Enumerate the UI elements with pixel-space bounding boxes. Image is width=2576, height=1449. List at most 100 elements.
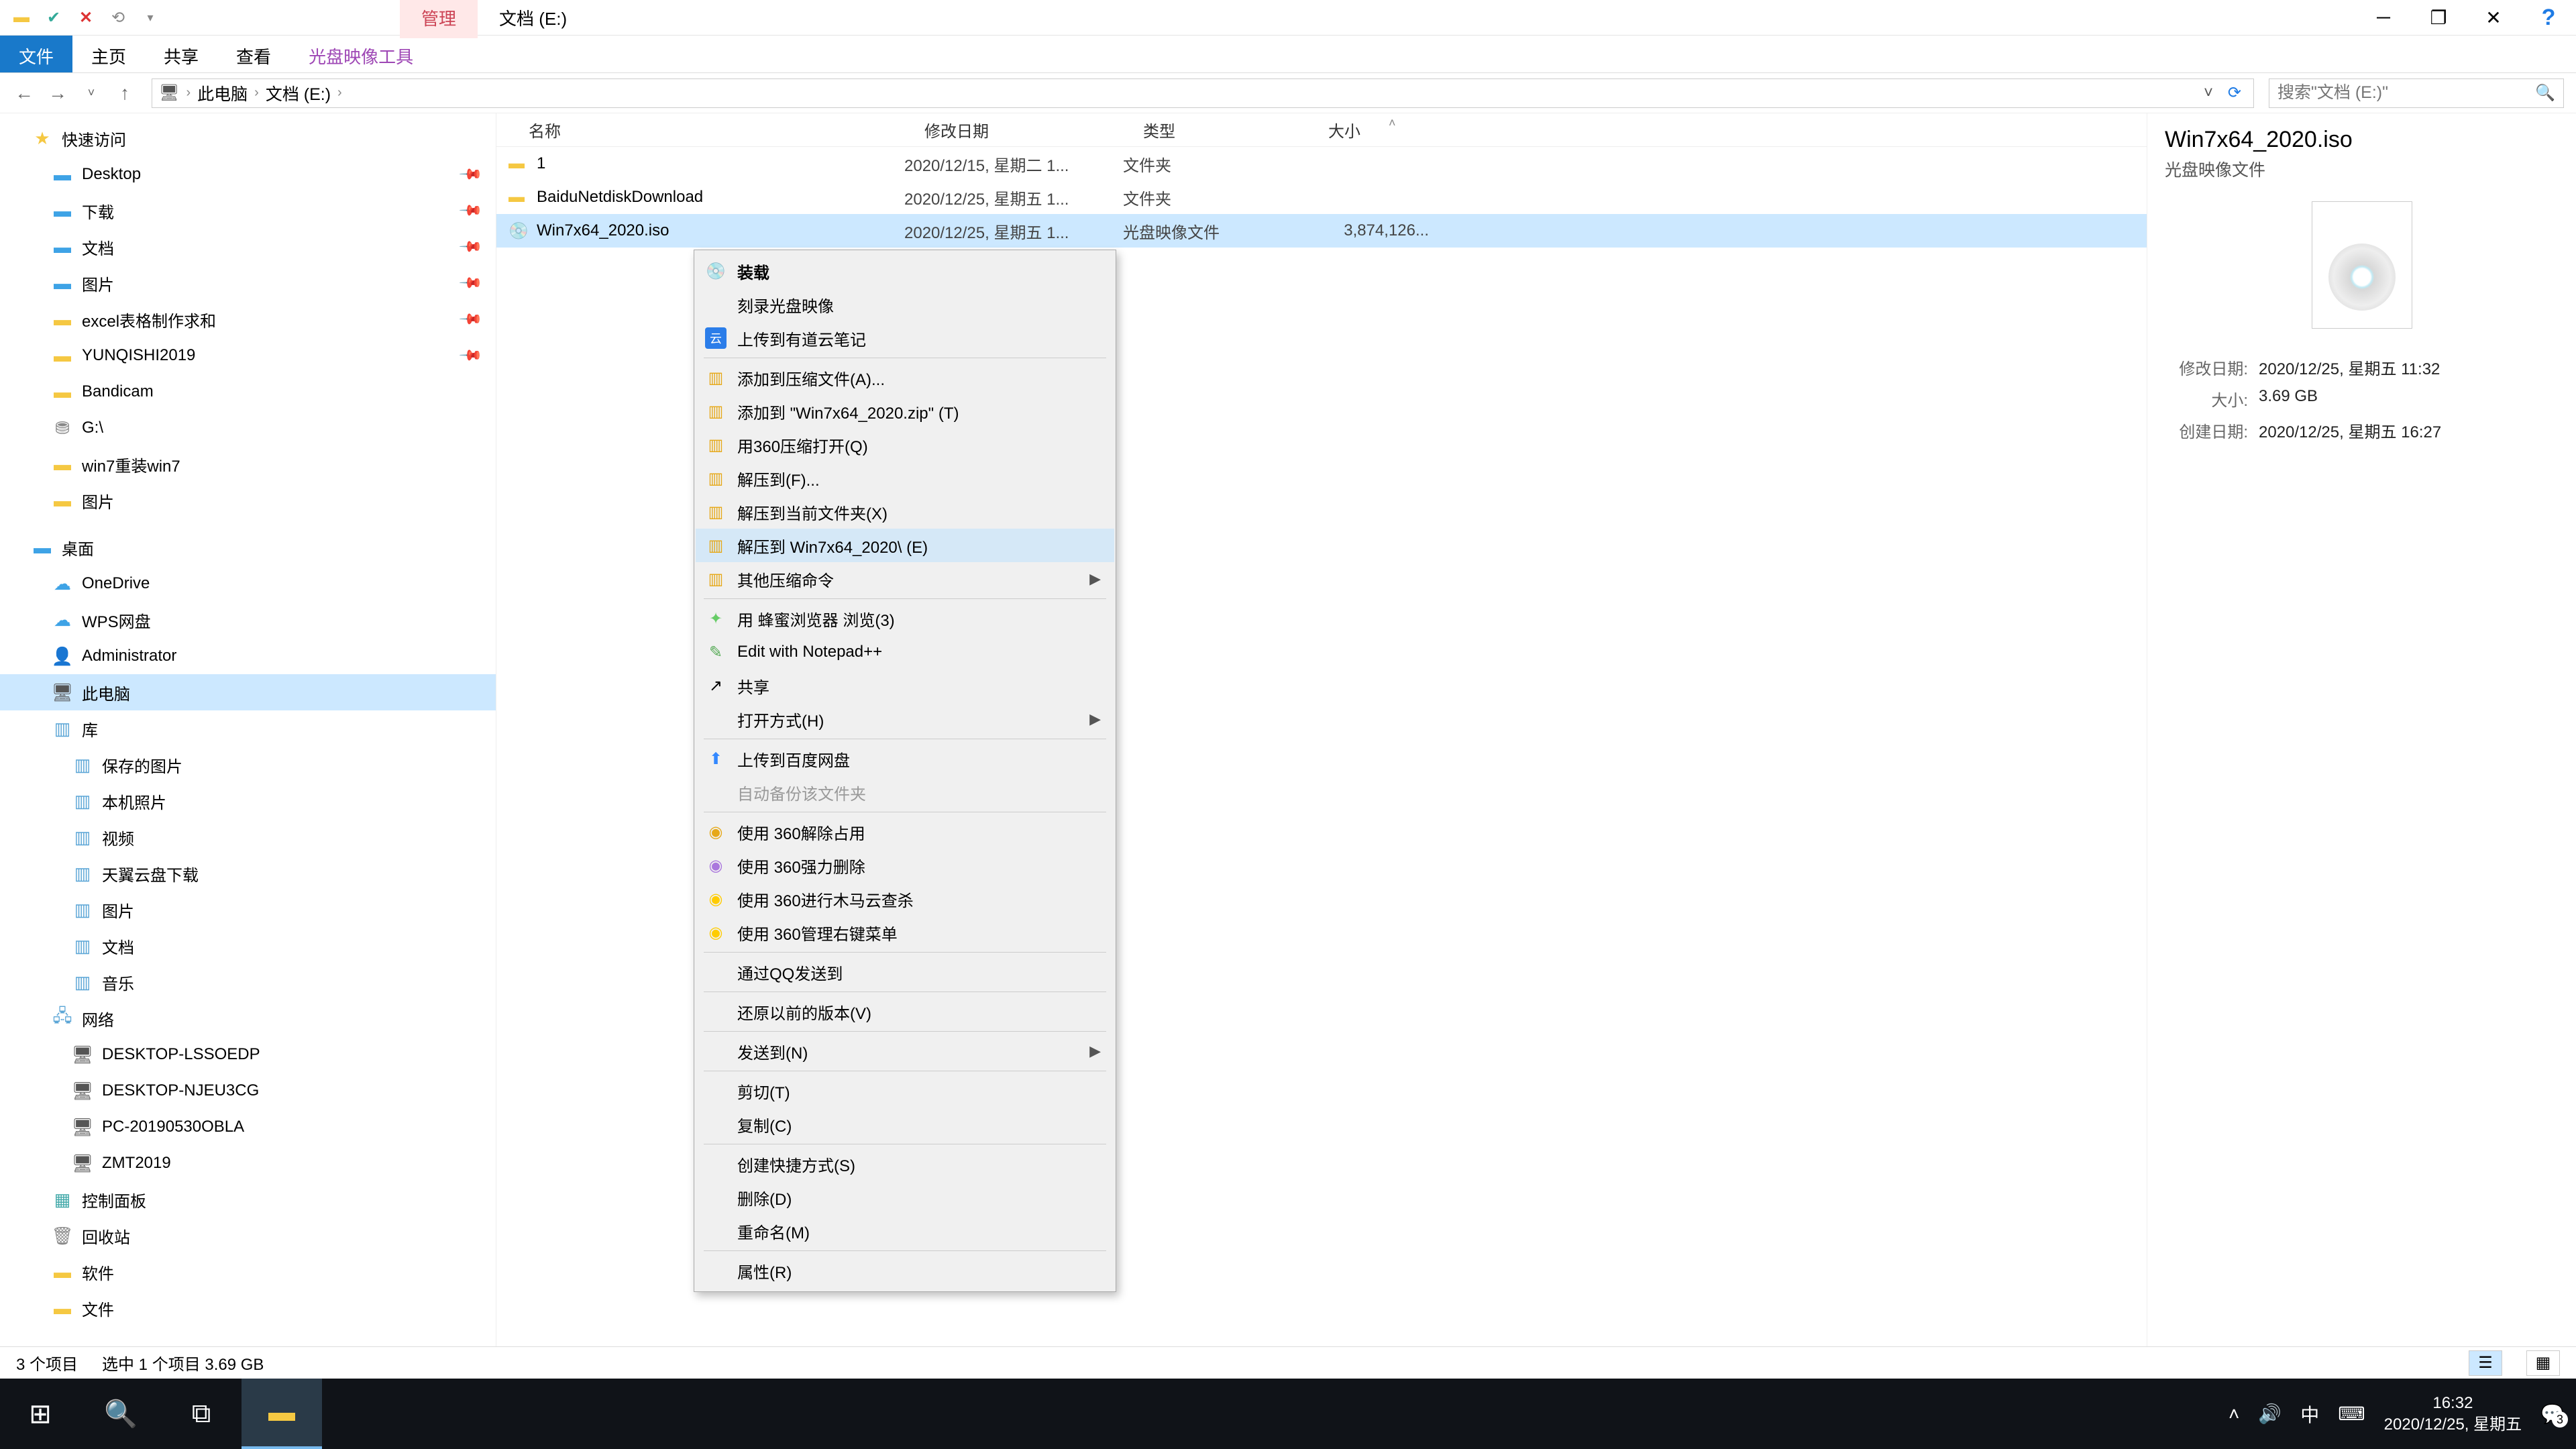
ctx-copy[interactable]: 复制(C) [696, 1108, 1114, 1141]
tree-saved-pics[interactable]: ▥保存的图片 [0, 747, 496, 783]
tree-net2[interactable]: 🖥DESKTOP-NJEU3CG [0, 1073, 496, 1109]
tree-music-lib[interactable]: ▥音乐 [0, 964, 496, 1000]
ctx-share[interactable]: ↗共享 [696, 669, 1114, 702]
tree-downloads[interactable]: ▬下载📌 [0, 193, 496, 229]
tree-recycle[interactable]: 🗑回收站 [0, 1218, 496, 1254]
ctx-open-with[interactable]: 打开方式(H)▶ [696, 702, 1114, 736]
tree-gdrive[interactable]: ⛃G:\ [0, 410, 496, 446]
tree-onedrive[interactable]: ☁OneDrive [0, 566, 496, 602]
tree-desktop[interactable]: ▬Desktop📌 [0, 156, 496, 193]
tree-net4[interactable]: 🖥ZMT2019 [0, 1145, 496, 1181]
chevron-right-icon[interactable]: › [186, 85, 191, 101]
qat-check-icon[interactable]: ✔ [40, 4, 67, 31]
ribbon-file[interactable]: 文件 [0, 36, 72, 72]
help-button[interactable]: ? [2521, 0, 2576, 36]
col-date[interactable]: 修改日期 [924, 118, 1143, 142]
qat-delete-icon[interactable]: ✕ [72, 4, 99, 31]
clock[interactable]: 16:32 2020/12/25, 星期五 [2384, 1393, 2522, 1434]
ctx-add-archive[interactable]: ▥添加到压缩文件(A)... [696, 361, 1114, 394]
tree-net3[interactable]: 🖥PC-20190530OBLA [0, 1109, 496, 1145]
tree-net1[interactable]: 🖥DESKTOP-LSSOEDP [0, 1036, 496, 1073]
tree-yunqishi[interactable]: ▬YUNQISHI2019📌 [0, 337, 496, 374]
ime-indicator[interactable]: 中 [2300, 1401, 2319, 1428]
qat-undo-icon[interactable]: ⟲ [105, 4, 131, 31]
col-type[interactable]: 类型 [1143, 118, 1328, 142]
search-box[interactable]: 🔍 [2269, 78, 2564, 108]
ctx-restore[interactable]: 还原以前的版本(V) [696, 995, 1114, 1028]
qat-dropdown-icon[interactable]: ▾ [137, 4, 164, 31]
ctx-360-scan[interactable]: ◉使用 360进行木马云查杀 [696, 882, 1114, 916]
notification-icon[interactable]: 💬3 [2540, 1403, 2564, 1425]
ctx-360-delete[interactable]: ◉使用 360强力删除 [696, 849, 1114, 882]
tree-pictures[interactable]: ▬图片📌 [0, 265, 496, 301]
tree-wps[interactable]: ☁WPS网盘 [0, 602, 496, 638]
tree-docs-lib[interactable]: ▥文档 [0, 928, 496, 964]
nav-history-icon[interactable]: ˅ [79, 86, 103, 100]
tree-network[interactable]: 🖧网络 [0, 1000, 496, 1036]
tree-pictures2[interactable]: ▬图片 [0, 482, 496, 519]
nav-back-icon[interactable]: ← [12, 83, 36, 104]
ctx-rename[interactable]: 重命名(M) [696, 1214, 1114, 1248]
tray-expand-icon[interactable]: ˄ [2229, 1403, 2239, 1425]
ctx-shortcut[interactable]: 创建快捷方式(S) [696, 1147, 1114, 1181]
col-name[interactable]: 名称 [529, 118, 924, 142]
ctx-qq-send[interactable]: 通过QQ发送到 [696, 955, 1114, 989]
tree-bandicam[interactable]: ▬Bandicam [0, 374, 496, 410]
tree-videos[interactable]: ▥视频 [0, 819, 496, 855]
tab-manage[interactable]: 管理 [400, 0, 478, 38]
crumb-drive[interactable]: 文档 (E:) [266, 81, 331, 105]
ctx-notepadpp[interactable]: ✎Edit with Notepad++ [696, 635, 1114, 669]
start-button[interactable]: ⊞ [0, 1379, 80, 1449]
nav-up-icon[interactable]: ↑ [113, 83, 137, 104]
ctx-open-360[interactable]: ▥用360压缩打开(Q) [696, 428, 1114, 462]
tree-files[interactable]: ▬文件 [0, 1290, 496, 1326]
search-input[interactable] [2277, 83, 2535, 103]
refresh-icon[interactable]: ⟳ [2228, 83, 2241, 103]
ctx-mount[interactable]: 💿装载 [696, 254, 1114, 288]
file-row[interactable]: ▬ BaiduNetdiskDownload 2020/12/25, 星期五 1… [496, 180, 2147, 214]
volume-icon[interactable]: 🔊 [2258, 1403, 2282, 1425]
tree-admin[interactable]: 👤Administrator [0, 638, 496, 674]
tree-library[interactable]: ▥库 [0, 710, 496, 747]
chevron-right-icon[interactable]: › [337, 85, 342, 101]
view-icons-button[interactable]: ▦ [2526, 1350, 2560, 1376]
nav-forward-icon[interactable]: → [46, 83, 70, 104]
ctx-cut[interactable]: 剪切(T) [696, 1074, 1114, 1108]
ribbon-home[interactable]: 主页 [72, 36, 145, 72]
tree-thispc[interactable]: 🖥此电脑 [0, 674, 496, 710]
search-button[interactable]: 🔍 [80, 1379, 161, 1449]
minimize-button[interactable]: ─ [2356, 0, 2411, 36]
tree-quick-access[interactable]: ★快速访问 [0, 120, 496, 156]
tree-win7fix[interactable]: ▬win7重装win7 [0, 446, 496, 482]
ctx-burn[interactable]: 刻录光盘映像 [696, 288, 1114, 321]
ctx-extract-here[interactable]: ▥解压到当前文件夹(X) [696, 495, 1114, 529]
ctx-honey[interactable]: ✦用 蜂蜜浏览器 浏览(3) [696, 602, 1114, 635]
ctx-extract-to[interactable]: ▥解压到(F)... [696, 462, 1114, 495]
tree-desktop2[interactable]: ▬桌面 [0, 529, 496, 566]
ctx-add-zip[interactable]: ▥添加到 "Win7x64_2020.zip" (T) [696, 394, 1114, 428]
tree-documents[interactable]: ▬文档📌 [0, 229, 496, 265]
address-dropdown-icon[interactable]: ˅ [2204, 84, 2213, 103]
tree-control-panel[interactable]: ▦控制面板 [0, 1181, 496, 1218]
ctx-delete[interactable]: 删除(D) [696, 1181, 1114, 1214]
tree-tianyi[interactable]: ▥天翼云盘下载 [0, 855, 496, 892]
close-button[interactable]: ✕ [2466, 0, 2521, 36]
crumb-thispc[interactable]: 此电脑 [197, 81, 248, 105]
view-details-button[interactable]: ☰ [2469, 1350, 2502, 1376]
search-icon[interactable]: 🔍 [2535, 83, 2555, 103]
tree-excel[interactable]: ▬excel表格制作求和📌 [0, 301, 496, 337]
maximize-button[interactable]: ❐ [2411, 0, 2466, 36]
ctx-youdao[interactable]: 云上传到有道云笔记 [696, 321, 1114, 355]
ctx-send-to[interactable]: 发送到(N)▶ [696, 1034, 1114, 1068]
tree-software[interactable]: ▬软件 [0, 1254, 496, 1290]
ribbon-share[interactable]: 共享 [145, 36, 217, 72]
file-row-selected[interactable]: 💿 Win7x64_2020.iso 2020/12/25, 星期五 1... … [496, 214, 2147, 248]
breadcrumb[interactable]: 🖥 › 此电脑 › 文档 (E:) › ˅ ⟳ [152, 78, 2254, 108]
ctx-baidu-upload[interactable]: ⬆上传到百度网盘 [696, 742, 1114, 775]
keyboard-icon[interactable]: ⌨ [2338, 1403, 2365, 1425]
ctx-extract-named[interactable]: ▥解压到 Win7x64_2020\ (E) [696, 529, 1114, 562]
ctx-other-compress[interactable]: ▥其他压缩命令▶ [696, 562, 1114, 596]
explorer-taskbar-button[interactable]: ▬ [241, 1379, 322, 1449]
file-row[interactable]: ▬ 1 2020/12/15, 星期二 1... 文件夹 [496, 147, 2147, 180]
ctx-360-unlock[interactable]: ◉使用 360解除占用 [696, 815, 1114, 849]
